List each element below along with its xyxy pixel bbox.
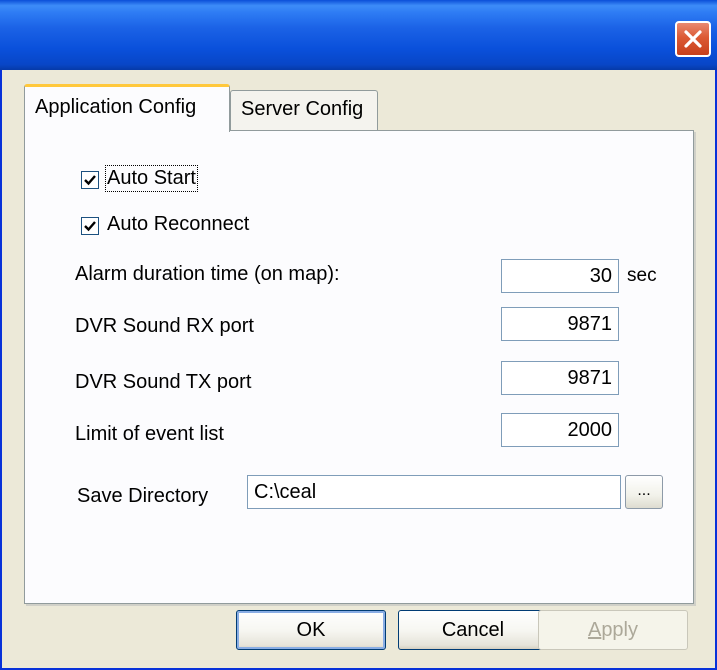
cancel-button[interactable]: Cancel: [398, 610, 548, 650]
alarm-duration-unit: sec: [627, 265, 657, 286]
dvr-tx-port-label: DVR Sound TX port: [75, 371, 252, 393]
apply-button[interactable]: Apply: [538, 610, 688, 650]
save-directory-label: Save Directory: [77, 485, 209, 507]
dvr-rx-port-input[interactable]: 9871: [501, 307, 619, 341]
save-directory-input[interactable]: C:\ceal: [247, 475, 621, 509]
checkmark-icon: [84, 221, 96, 232]
alarm-duration-label: Alarm duration time (on map):: [75, 263, 340, 285]
auto-reconnect-checkbox[interactable]: [81, 217, 99, 235]
application-config-panel: Auto Start Auto Reconnect Alarm duration…: [24, 130, 694, 604]
ok-button[interactable]: OK: [236, 610, 386, 650]
close-icon: [684, 30, 702, 48]
alarm-duration-input[interactable]: 30: [501, 259, 619, 293]
close-button[interactable]: [675, 21, 711, 57]
browse-button[interactable]: ...: [625, 475, 663, 509]
dvr-rx-port-label: DVR Sound RX port: [75, 315, 254, 337]
event-limit-input[interactable]: 2000: [501, 413, 619, 447]
tab-server-config-label: Server Config: [241, 98, 364, 120]
auto-reconnect-label[interactable]: Auto Reconnect: [107, 213, 249, 236]
event-limit-label: Limit of event list: [75, 423, 224, 445]
auto-start-checkbox[interactable]: [81, 171, 99, 189]
tab-server-config[interactable]: Server Config: [230, 90, 378, 130]
tab-application-config-label: Application Config: [35, 96, 197, 118]
tab-application-config[interactable]: Application Config: [24, 84, 230, 132]
checkmark-icon: [84, 175, 96, 186]
dialog-window: Application Config Server Config Auto St…: [0, 0, 717, 670]
title-bar[interactable]: [0, 0, 717, 70]
auto-start-label[interactable]: Auto Start: [105, 165, 198, 192]
dvr-tx-port-input[interactable]: 9871: [501, 361, 619, 395]
